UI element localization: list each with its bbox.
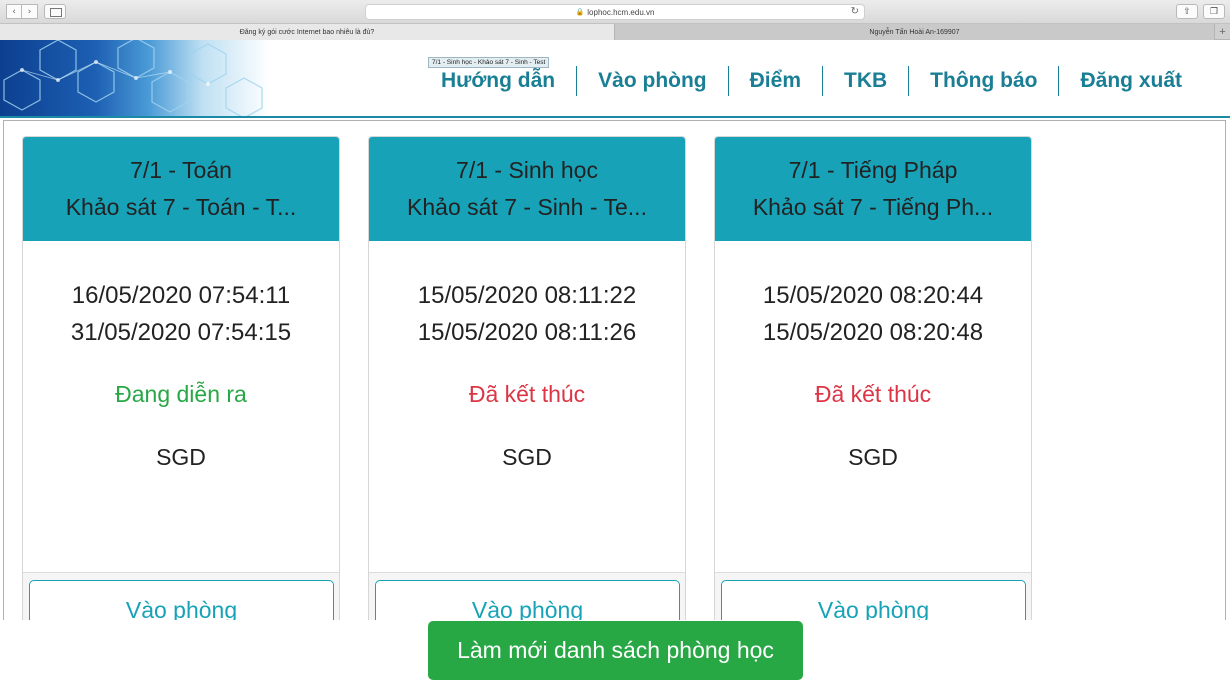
- nav-diem[interactable]: Điểm: [727, 66, 822, 96]
- room-owner: SGD: [156, 444, 206, 470]
- room-card-body: 15/05/2020 08:11:22 15/05/2020 08:11:26 …: [369, 241, 685, 471]
- lock-icon: 🔒: [575, 9, 585, 16]
- nav-vao-phong[interactable]: Vào phòng: [576, 66, 728, 96]
- plus-icon[interactable]: +: [1215, 24, 1230, 39]
- room-end-time: 15/05/2020 08:11:26: [417, 319, 637, 346]
- room-card-header: 7/1 - Sinh học Khảo sát 7 - Sinh - Te...: [369, 137, 685, 241]
- room-status: Đang diễn ra: [115, 381, 247, 407]
- room-card: 7/1 - Tiếng Pháp Khảo sát 7 - Tiếng Ph..…: [714, 136, 1032, 636]
- room-subtitle: Khảo sát 7 - Tiếng Ph...: [752, 194, 994, 220]
- browser-tab[interactable]: Nguyễn Tấn Hoài An-169907: [615, 24, 1215, 40]
- address-bar[interactable]: 🔒 lophoc.hcm.edu.vn ↻: [365, 4, 865, 20]
- site-logo[interactable]: [0, 40, 270, 116]
- tab-bar: Đăng ký gói cước Internet bao nhiêu là đ…: [0, 24, 1230, 40]
- room-status: Đã kết thúc: [814, 381, 932, 407]
- nav-dang-xuat[interactable]: Đăng xuất: [1058, 66, 1203, 96]
- nav-thong-bao[interactable]: Thông báo: [908, 66, 1058, 96]
- browser-toolbar: ‹ › 🔒 lophoc.hcm.edu.vn ↻ ⇧ ❐: [0, 0, 1230, 24]
- room-title: 7/1 - Sinh học: [456, 157, 598, 183]
- tab-title: Nguyễn Tấn Hoài An-169907: [869, 28, 960, 36]
- share-icon[interactable]: ⇧: [1176, 4, 1198, 19]
- room-card-header: 7/1 - Toán Khảo sát 7 - Toán - T...: [23, 137, 339, 241]
- room-start-time: 15/05/2020 08:20:44: [762, 282, 984, 309]
- site-header: Hướng dẫn Vào phòng Điểm TKB Thông báo Đ…: [0, 40, 1230, 118]
- main-nav: Hướng dẫn Vào phòng Điểm TKB Thông báo Đ…: [420, 66, 1203, 96]
- browser-tab[interactable]: Đăng ký gói cước Internet bao nhiêu là đ…: [0, 24, 615, 40]
- room-owner: SGD: [502, 444, 552, 470]
- url-text: lophoc.hcm.edu.vn: [587, 7, 655, 17]
- room-start-time: 16/05/2020 07:54:11: [71, 282, 291, 309]
- room-card-body: 15/05/2020 08:20:44 15/05/2020 08:20:48 …: [715, 241, 1031, 471]
- nav-tkb[interactable]: TKB: [822, 66, 908, 96]
- chevron-left-icon[interactable]: ‹: [6, 4, 22, 19]
- history-nav: ‹ ›: [6, 4, 38, 19]
- room-card: 7/1 - Toán Khảo sát 7 - Toán - T... 16/0…: [22, 136, 340, 636]
- room-title: 7/1 - Tiếng Pháp: [788, 157, 958, 183]
- nav-huong-dan[interactable]: Hướng dẫn: [420, 66, 576, 96]
- sidebar-icon[interactable]: [44, 4, 66, 19]
- room-card: 7/1 - Sinh học Khảo sát 7 - Sinh - Te...…: [368, 136, 686, 636]
- refresh-rooms-button[interactable]: Làm mới danh sách phòng học: [428, 621, 803, 680]
- tabs-icon[interactable]: ❐: [1203, 4, 1225, 19]
- room-card-body: 16/05/2020 07:54:11 31/05/2020 07:54:15 …: [23, 241, 339, 471]
- room-title: 7/1 - Toán: [130, 157, 232, 183]
- room-list: 7/1 - Toán Khảo sát 7 - Toán - T... 16/0…: [3, 120, 1226, 688]
- room-end-time: 15/05/2020 08:20:48: [762, 319, 984, 346]
- room-owner: SGD: [848, 444, 898, 470]
- chevron-right-icon[interactable]: ›: [22, 4, 38, 19]
- tab-title: Đăng ký gói cước Internet bao nhiêu là đ…: [239, 28, 375, 36]
- room-card-header: 7/1 - Tiếng Pháp Khảo sát 7 - Tiếng Ph..…: [715, 137, 1031, 241]
- room-start-time: 15/05/2020 08:11:22: [417, 282, 637, 309]
- tooltip: 7/1 - Sinh học - Khảo sát 7 - Sinh - Tes…: [428, 57, 550, 68]
- room-subtitle: Khảo sát 7 - Sinh - Te...: [407, 194, 647, 220]
- room-end-time: 31/05/2020 07:54:15: [70, 319, 292, 346]
- room-status: Đã kết thúc: [468, 381, 586, 407]
- room-subtitle: Khảo sát 7 - Toán - T...: [65, 194, 297, 220]
- reload-icon[interactable]: ↻: [851, 6, 859, 17]
